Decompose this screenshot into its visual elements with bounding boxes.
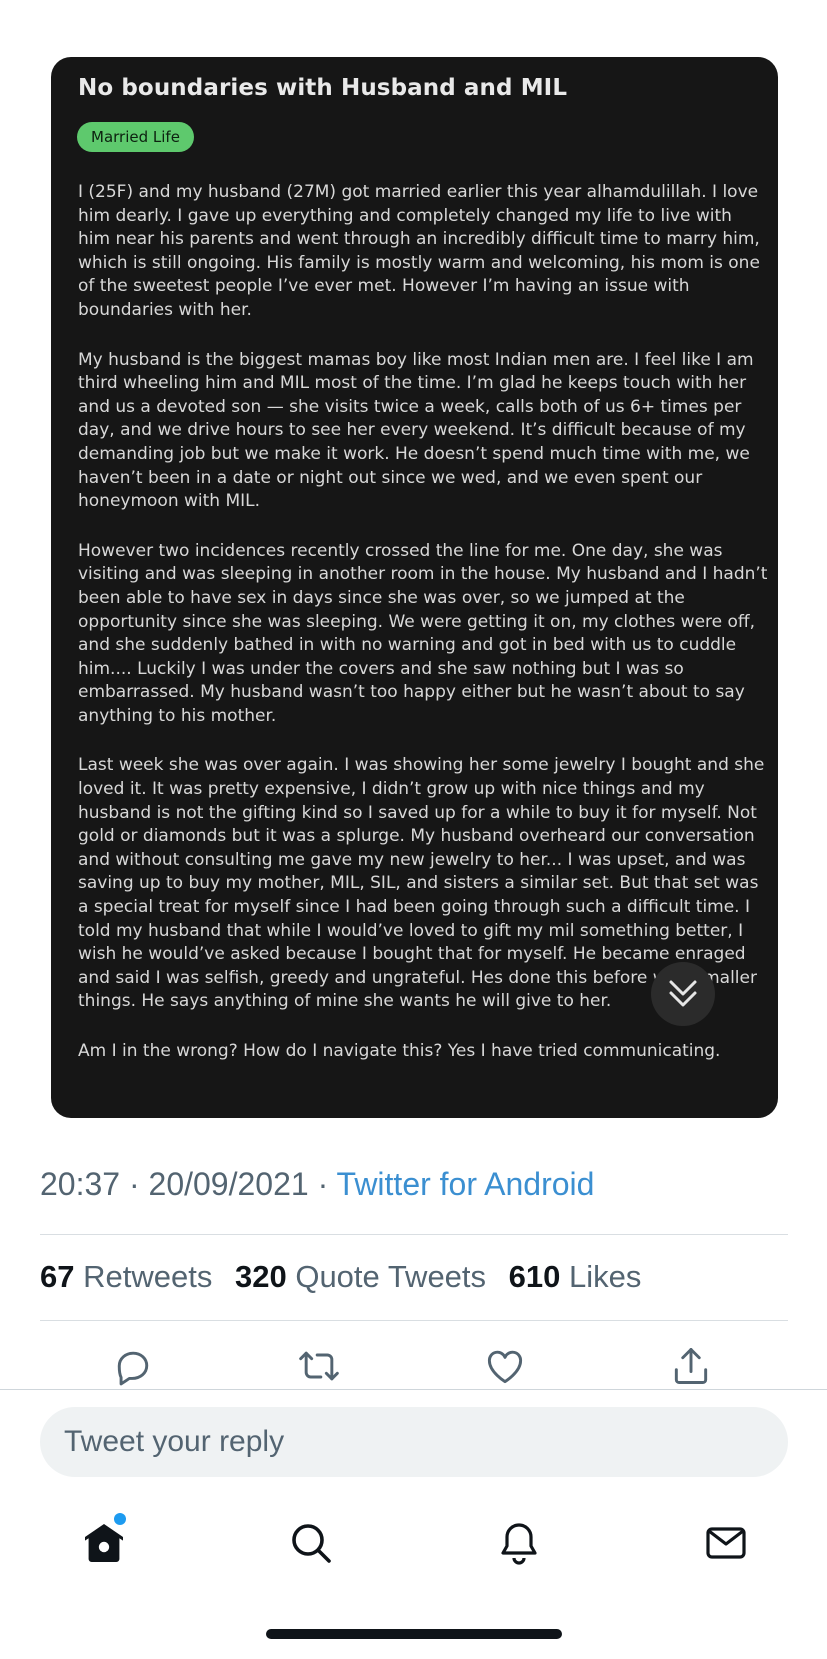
retweets-stat[interactable]: 67 Retweets — [40, 1259, 221, 1294]
post-title: No boundaries with Husband and MIL — [78, 75, 568, 101]
retweets-count: 67 — [40, 1259, 75, 1294]
post-paragraph: My husband is the biggest mamas boy like… — [78, 349, 754, 512]
retweets-label: Retweets — [83, 1259, 213, 1294]
post-paragraph: Am I in the wrong? How do I navigate thi… — [78, 1041, 721, 1061]
divider — [0, 1389, 827, 1390]
share-icon[interactable] — [669, 1344, 713, 1388]
quote-tweets-count: 320 — [234, 1259, 287, 1294]
notifications-icon[interactable] — [495, 1519, 543, 1567]
home-icon[interactable] — [80, 1519, 128, 1567]
tweet-time: 20:37 — [40, 1166, 121, 1202]
reply-input[interactable]: Tweet your reply — [40, 1407, 788, 1477]
new-content-dot — [114, 1513, 126, 1525]
reply-icon[interactable] — [111, 1344, 155, 1388]
separator: · — [317, 1166, 329, 1202]
likes-label: Likes — [569, 1259, 642, 1294]
tweet-stats: 67 Retweets 320 Quote Tweets 610 Likes — [40, 1259, 655, 1295]
quote-tweets-label: Quote Tweets — [295, 1259, 487, 1294]
like-icon[interactable] — [483, 1344, 527, 1388]
tweet-source-link[interactable]: Twitter for Android — [337, 1166, 595, 1202]
search-icon[interactable] — [287, 1519, 335, 1567]
embedded-post-image[interactable]: No boundaries with Husband and MIL Marri… — [51, 57, 778, 1118]
double-chevron-down-icon — [669, 980, 697, 1007]
messages-icon[interactable] — [702, 1519, 750, 1567]
tweet-action-bar — [0, 1344, 827, 1388]
tweet-date: 20/09/2021 — [148, 1166, 309, 1202]
divider — [40, 1320, 788, 1321]
retweet-icon[interactable] — [297, 1344, 341, 1388]
post-category-tag: Married Life — [77, 122, 194, 152]
post-body: I (25F) and my husband (27M) got married… — [78, 181, 768, 1090]
home-indicator[interactable] — [266, 1629, 562, 1639]
divider — [40, 1234, 788, 1235]
scroll-down-button[interactable] — [651, 962, 715, 1026]
post-paragraph: However two incidences recently crossed … — [78, 540, 768, 726]
likes-count: 610 — [508, 1259, 561, 1294]
quote-tweets-stat[interactable]: 320 Quote Tweets — [235, 1259, 495, 1294]
tweet-timestamp: 20:37 · 20/09/2021 · Twitter for Android — [40, 1166, 594, 1203]
separator: · — [128, 1166, 140, 1202]
likes-stat[interactable]: 610 Likes — [509, 1259, 642, 1294]
post-paragraph: I (25F) and my husband (27M) got married… — [78, 182, 760, 320]
